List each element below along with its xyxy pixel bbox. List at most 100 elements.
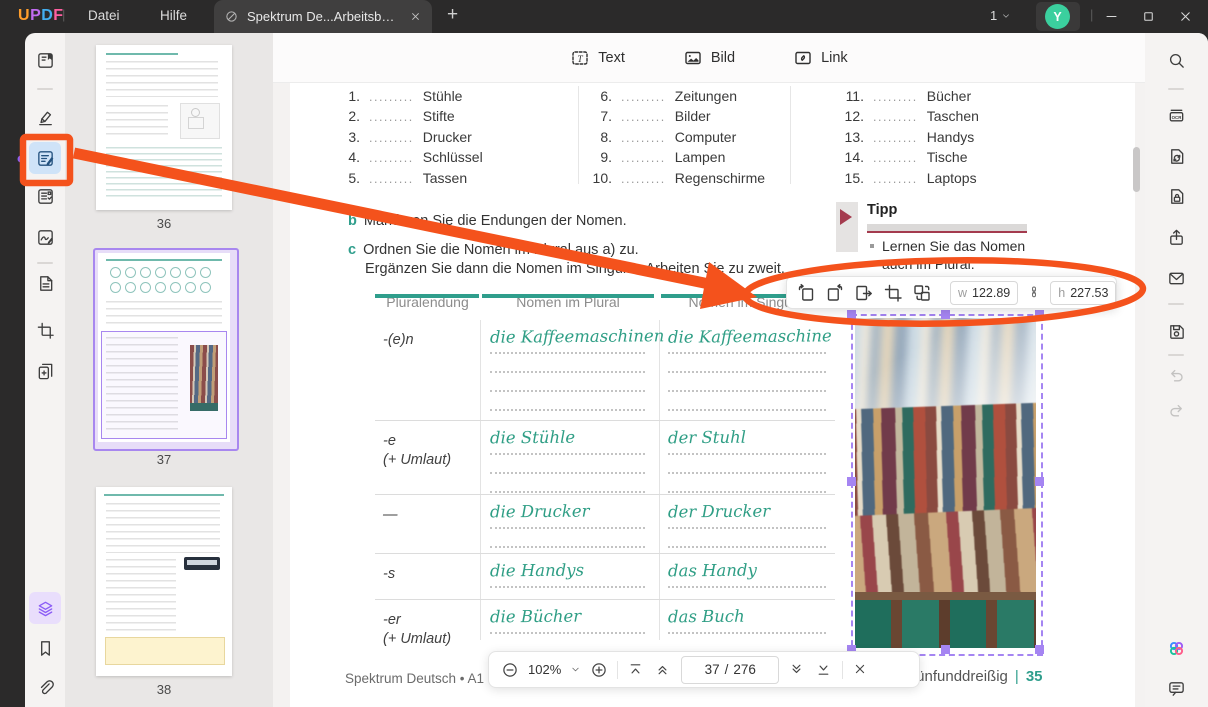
writing-line — [668, 546, 826, 548]
writing-line — [668, 491, 826, 493]
thumb-decoration — [110, 267, 211, 278]
zoom-in-icon[interactable] — [590, 661, 608, 679]
search-icon[interactable] — [1160, 44, 1192, 76]
footer-page-number: 35 — [1025, 668, 1043, 685]
save-icon[interactable] — [1160, 315, 1192, 347]
image-tool-button[interactable]: Bild — [683, 48, 735, 68]
aspect-lock-icon[interactable] — [1027, 285, 1041, 301]
undo-icon[interactable] — [1160, 359, 1192, 391]
redo-icon[interactable] — [1160, 394, 1192, 426]
reader-mode-icon[interactable] — [29, 44, 61, 76]
image-tool-icon — [683, 48, 703, 68]
first-page-icon[interactable] — [627, 661, 645, 679]
titlebar-divider: | — [1090, 7, 1094, 22]
selection-handle-bottom-right[interactable] — [1035, 645, 1044, 654]
scrollbar-thumb[interactable] — [1133, 147, 1140, 192]
organize-pages-icon[interactable] — [29, 267, 61, 299]
writing-line — [668, 409, 826, 411]
selection-handle-mid-left[interactable] — [847, 477, 856, 486]
ocr-icon[interactable]: OCR — [1160, 100, 1192, 132]
document-tab[interactable]: Spektrum De...Arbeitsbuch — [214, 0, 432, 33]
updf-logo[interactable]: UPDF — [18, 7, 64, 25]
height-label: h — [1058, 285, 1066, 300]
menu-hilfe[interactable]: Hilfe — [160, 8, 187, 23]
link-tool-icon — [793, 48, 813, 68]
forms-icon[interactable] — [29, 180, 61, 212]
writing-line — [490, 632, 645, 634]
footer-word: fünfunddreißig — [912, 668, 1008, 685]
height-field[interactable]: h 227.53 — [1050, 280, 1117, 305]
word-list-item: 12.......... Taschen — [844, 108, 979, 125]
rotate-left-icon[interactable] — [796, 283, 816, 303]
page-thumbnail-36[interactable] — [96, 45, 232, 210]
page-footer-series: Spektrum Deutsch • A1 — [345, 671, 485, 686]
handwritten-plural: die Bücher — [489, 606, 582, 627]
writing-line — [490, 472, 645, 474]
crop-pages-icon[interactable] — [29, 314, 61, 346]
extract-pages-icon[interactable] — [29, 355, 61, 387]
page-layers-icon[interactable] — [29, 592, 61, 624]
close-button[interactable] — [1178, 9, 1193, 24]
window-count-dropdown[interactable]: 1 — [990, 8, 1011, 23]
previous-pages-icon[interactable] — [654, 661, 672, 679]
account-avatar[interactable]: Y — [1045, 4, 1070, 29]
attachments-icon[interactable] — [29, 672, 61, 704]
page-thumbnail-38[interactable] — [96, 487, 232, 676]
writing-line — [490, 527, 645, 529]
thumb-decoration — [104, 494, 224, 496]
page-thumbnail-37-selected[interactable] — [93, 248, 239, 451]
mail-icon[interactable] — [1160, 262, 1192, 294]
last-page-icon[interactable] — [815, 661, 833, 679]
rotate-right-icon[interactable] — [825, 283, 845, 303]
export-image-icon[interactable] — [854, 283, 874, 303]
plural-cell: die Handys — [490, 554, 653, 599]
image-selection-border[interactable] — [851, 314, 1043, 656]
zoom-level[interactable]: 102% — [528, 662, 561, 677]
text-tool-button[interactable]: T Text — [570, 48, 625, 68]
tab-close-icon[interactable] — [409, 10, 422, 23]
link-tool-button[interactable]: Link — [793, 48, 848, 68]
exercise-b: b Markieren Sie die Endungen der Nomen. — [348, 213, 627, 229]
maximize-button[interactable] — [1141, 9, 1156, 24]
page-number-input[interactable]: 37 / 276 — [681, 655, 780, 684]
ai-assistant-icon[interactable] — [1160, 632, 1192, 664]
close-bar-icon[interactable] — [852, 661, 870, 679]
selection-handle-top-mid[interactable] — [941, 310, 950, 319]
writing-line — [490, 390, 645, 392]
singular-cell: die Kaffeemaschine — [668, 320, 834, 420]
thumb-decoration — [180, 103, 220, 139]
writing-line — [668, 453, 826, 455]
width-field[interactable]: w 122.89 — [950, 280, 1019, 305]
signature-icon[interactable] — [29, 221, 61, 253]
writing-line — [668, 632, 826, 634]
tipp-text-line1: Lernen Sie das Nomen — [882, 238, 1026, 254]
new-tab-button[interactable]: + — [447, 4, 458, 26]
caret-down-icon — [1001, 11, 1011, 21]
menu-datei[interactable]: Datei — [88, 8, 120, 23]
bookmarks-icon[interactable] — [29, 632, 61, 664]
link-tool-label: Link — [821, 49, 848, 66]
selection-handle-top-left[interactable] — [847, 310, 856, 319]
selection-handle-bottom-mid[interactable] — [941, 645, 950, 654]
crop-image-icon[interactable] — [883, 283, 903, 303]
replace-image-icon[interactable] — [912, 283, 932, 303]
selection-handle-top-right[interactable] — [1035, 310, 1044, 319]
edit-pdf-icon[interactable] — [29, 142, 61, 174]
share-icon[interactable] — [1160, 221, 1192, 253]
convert-icon[interactable] — [1160, 140, 1192, 172]
selection-handle-mid-right[interactable] — [1035, 477, 1044, 486]
tipp-arrow-icon — [840, 209, 852, 225]
feedback-icon[interactable] — [1160, 672, 1192, 704]
handwritten-plural: die Kaffeemaschinen — [489, 326, 665, 347]
thumb-decoration — [106, 503, 220, 553]
markup-icon[interactable] — [29, 101, 61, 133]
word-list-item: 5.......... Tassen — [348, 169, 468, 186]
next-pages-icon[interactable] — [788, 661, 806, 679]
text-tool-icon: T — [570, 48, 590, 68]
protect-icon[interactable] — [1160, 180, 1192, 212]
zoom-caret-icon[interactable] — [570, 664, 581, 675]
zoom-out-icon[interactable] — [501, 661, 519, 679]
thumb-viewport-indicator — [101, 331, 227, 439]
writing-line — [490, 491, 645, 493]
minimize-button[interactable] — [1104, 9, 1119, 24]
